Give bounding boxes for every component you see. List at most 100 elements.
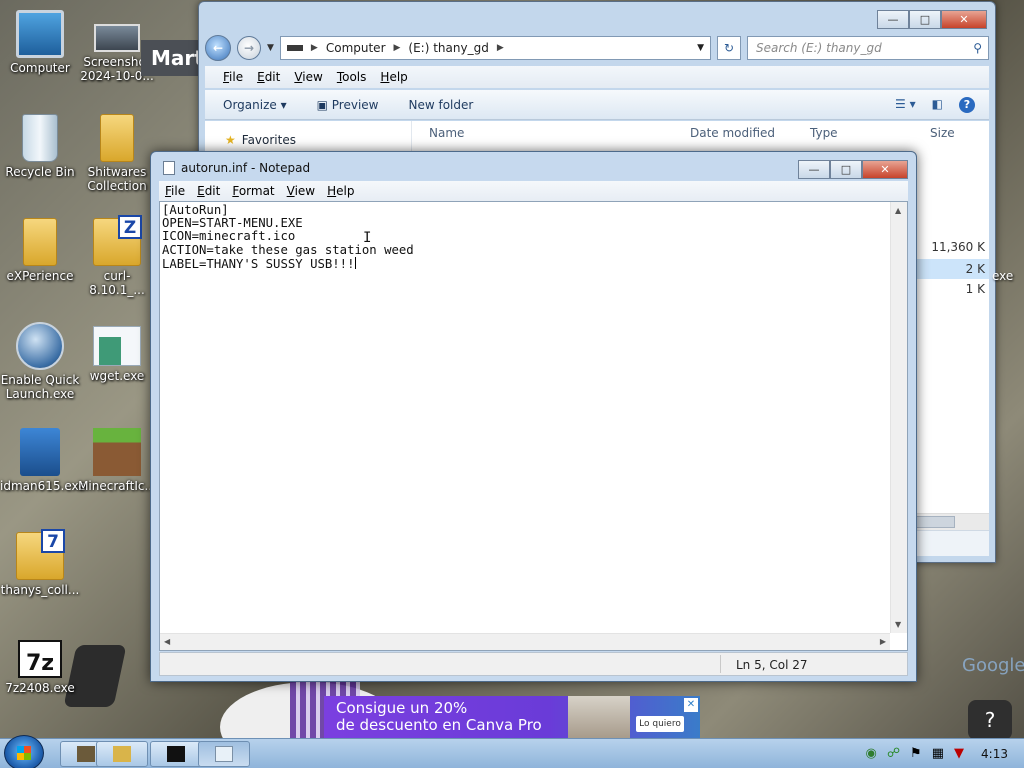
taskbar-7zip-button[interactable] [150,741,202,767]
scroll-down-icon[interactable]: ▼ [895,620,901,629]
desktop-icon-computer[interactable]: Computer [0,10,80,75]
new-folder-button[interactable]: New folder [408,98,473,112]
breadcrumb-separator-icon[interactable]: ▶ [497,43,504,53]
help-question-button[interactable]: ? [968,700,1012,740]
google-watermark: Google [962,655,1024,676]
background-window-title: Martx [141,40,217,76]
ad-close-icon[interactable]: ✕ [684,698,698,712]
desktop-icon-label: Enable Quick Launch.exe [0,373,80,401]
desktop-icon-label: thanys_coll... [0,583,80,597]
menu-view[interactable]: View [294,70,322,84]
desktop-icon-label: Recycle Bin [5,165,75,179]
taskbar-explorer-button[interactable] [96,741,148,767]
desktop-icon-minecraft[interactable]: MinecraftIc... [77,428,157,493]
notepad-text-area[interactable]: [AutoRun] OPEN=START-MENU.EXE ICON=minecra… [159,201,908,651]
security-shield-icon[interactable]: ☍ [887,746,900,761]
close-button[interactable]: ✕ [941,10,987,29]
desktop-icon-idman[interactable]: idman615.exe [0,428,86,493]
installer-icon [20,428,60,476]
scroll-left-icon[interactable]: ◀ [164,637,170,646]
desktop-icon-label: MinecraftIc... [78,479,156,493]
maximize-button[interactable]: □ [909,10,941,29]
column-date-modified[interactable]: Date modified [690,126,775,140]
preview-pane-icon[interactable]: ◧ [932,97,943,113]
document-text[interactable]: [AutoRun] OPEN=START-MENU.EXE ICON=minecra… [162,204,889,632]
horizontal-scrollbar[interactable] [905,513,989,530]
menu-file[interactable]: File [165,184,185,198]
action-center-flag-icon[interactable]: ⚑ [910,746,922,761]
explorer-menu-bar: File Edit View Tools Help [205,66,989,88]
menu-edit[interactable]: Edit [197,184,220,198]
breadcrumb-drive[interactable]: (E:) thany_gd [408,41,488,55]
start-button[interactable] [4,735,44,768]
help-icon[interactable]: ? [959,96,975,113]
column-name[interactable]: Name [429,126,464,140]
desktop-icon-experience[interactable]: eXPerience [0,218,80,283]
column-size[interactable]: Size [930,126,955,140]
vertical-scrollbar[interactable]: ▲ ▼ [890,202,907,633]
menu-help[interactable]: Help [380,70,407,84]
back-arrow-icon[interactable]: ← [205,35,231,61]
network-globe-icon[interactable]: ◉ [866,746,877,761]
ad-cta-button[interactable]: Lo quiero [636,716,684,732]
address-bar[interactable]: ▶ Computer ▶ (E:) thany_gd ▶ ▼ [279,36,711,60]
menu-format[interactable]: Format [232,184,274,198]
explorer-window-controls: — □ ✕ [877,10,987,29]
desktop-icon-wget[interactable]: wget.exe [77,326,157,383]
desktop-icon-label: curl-8.10.1_... [89,269,145,297]
breadcrumb-separator-icon[interactable]: ▶ [311,43,318,53]
notepad-document-icon [163,161,175,175]
maximize-button[interactable]: □ [830,160,862,179]
menu-view[interactable]: View [287,184,315,198]
view-options-icon[interactable]: ☰ ▾ [895,97,916,113]
zip-archive-icon: Z [93,215,142,266]
volume-muted-icon[interactable]: ▼ [954,746,964,761]
breadcrumb-computer[interactable]: Computer [326,41,386,55]
column-type[interactable]: Type [810,126,838,140]
address-dropdown-icon[interactable]: ▼ [697,43,704,53]
canva-ad-banner[interactable]: Consigue un 20% de descuento en Canva Pr… [324,696,700,738]
clock[interactable]: 4:13 [981,747,1008,761]
7zip-archive-icon: 7 [16,529,65,580]
menu-file[interactable]: File [223,70,243,84]
notepad-window[interactable]: autorun.inf - Notepad — □ ✕ File Edit Fo… [150,151,917,682]
minimize-button[interactable]: — [877,10,909,29]
refresh-icon[interactable]: ↻ [717,36,741,60]
notepad-status-bar: Ln 5, Col 27 [159,652,908,676]
scroll-right-icon[interactable]: ▶ [880,637,886,646]
recent-pages-chevron-icon[interactable]: ▼ [267,43,274,53]
file-size: 2 K [965,262,985,276]
taskbar-notepad-button[interactable] [198,741,250,767]
menu-help[interactable]: Help [327,184,354,198]
desktop-icon-curl[interactable]: Z curl-8.10.1_... [77,215,157,297]
menu-tools[interactable]: Tools [337,70,367,84]
desktop-icon-label: 7z2408.exe [5,681,75,695]
scroll-up-icon[interactable]: ▲ [895,206,901,215]
ad-photo [568,696,630,738]
folder-icon [113,746,131,762]
desktop-icon-enable-quick-launch[interactable]: Enable Quick Launch.exe [0,322,80,401]
image-file-icon [94,24,140,52]
desktop-icon-shitwares[interactable]: Shitwares Collection [77,114,157,193]
taskbar: ◉ ☍ ⚑ ▦ ▼ 4:13 [0,735,1024,768]
close-button[interactable]: ✕ [862,160,908,179]
folder-icon [100,114,134,162]
forward-arrow-icon[interactable]: → [237,36,261,60]
network-status-icon[interactable]: ▦ [932,746,944,761]
desktop-icon-7z2408[interactable]: 7z 7z2408.exe [0,640,80,695]
file-size: 1 K [965,282,985,296]
scrollbar-thumb[interactable] [915,516,955,528]
organize-button[interactable]: Organize ▾ [223,98,287,112]
horizontal-scrollbar[interactable]: ◀ ▶ [160,633,890,650]
favorites-item[interactable]: ★ Favorites [225,133,296,147]
desktop-icon-recycle-bin[interactable]: Recycle Bin [0,114,80,179]
minimize-button[interactable]: — [798,160,830,179]
desktop-icon-thanys-collection[interactable]: 7 thanys_coll... [0,529,80,597]
breadcrumb-separator-icon[interactable]: ▶ [394,43,401,53]
desktop-partial-label: exe [992,269,1014,283]
menu-edit[interactable]: Edit [257,70,280,84]
cursor-position: Ln 5, Col 27 [736,658,808,672]
preview-button[interactable]: ▣ Preview [317,98,379,112]
file-size: 11,360 K [931,240,985,254]
search-input[interactable]: Search (E:) thany_gd ⚲ [747,36,989,60]
